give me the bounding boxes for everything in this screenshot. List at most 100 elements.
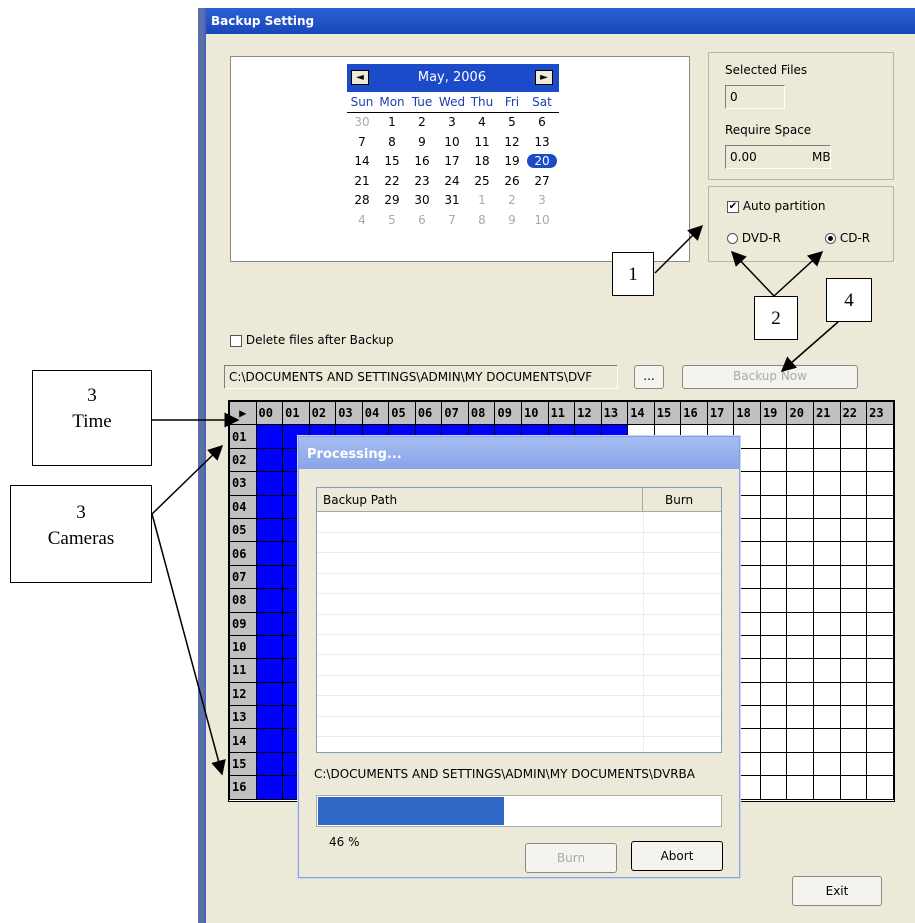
grid-hour-header[interactable]: 17 — [706, 400, 735, 426]
calendar-day[interactable]: 9 — [497, 213, 527, 227]
calendar-day[interactable]: 3 — [437, 115, 467, 129]
grid-cell[interactable] — [759, 681, 788, 707]
exit-button[interactable]: Exit — [792, 876, 882, 906]
grid-cell[interactable] — [255, 751, 284, 777]
grid-camera-header[interactable]: 11 — [229, 658, 257, 683]
grid-camera-header[interactable]: 09 — [229, 611, 257, 636]
grid-cell[interactable] — [759, 775, 788, 800]
grid-hour-header[interactable]: 22 — [839, 400, 868, 426]
grid-cell[interactable] — [866, 751, 894, 777]
grid-cell[interactable] — [813, 751, 841, 777]
auto-partition-checkbox[interactable]: ✔ Auto partition — [727, 199, 825, 213]
grid-camera-header[interactable]: 16 — [229, 775, 257, 800]
grid-cell[interactable] — [255, 588, 284, 613]
grid-cell[interactable] — [839, 634, 868, 660]
auto-partition-check-icon[interactable]: ✔ — [727, 200, 739, 213]
grid-cell[interactable] — [759, 471, 788, 496]
calendar-day[interactable]: 2 — [497, 193, 527, 207]
calendar-day[interactable]: 4 — [347, 213, 377, 227]
grid-cell[interactable] — [759, 517, 788, 543]
grid-cell[interactable] — [866, 541, 894, 566]
grid-hour-header[interactable]: 04 — [361, 400, 390, 426]
backup-path-field[interactable]: C:\DOCUMENTS AND SETTINGS\ADMIN\MY DOCUM… — [224, 365, 618, 389]
calendar-day[interactable]: 9 — [407, 135, 437, 149]
delete-after-check-icon[interactable] — [230, 334, 242, 347]
grid-hour-header[interactable]: 08 — [467, 400, 496, 426]
grid-cell[interactable] — [255, 634, 284, 660]
grid-corner-icon[interactable]: ▶ — [229, 400, 257, 426]
calendar-day[interactable]: 2 — [407, 115, 437, 129]
calendar-day[interactable]: 5 — [377, 213, 407, 227]
grid-hour-header[interactable]: 16 — [680, 400, 708, 426]
grid-cell[interactable] — [866, 517, 894, 543]
calendar-day[interactable]: 27 — [527, 174, 557, 188]
backup-path-list[interactable]: Backup Path Burn — [316, 487, 722, 753]
grid-hour-header[interactable]: 19 — [759, 400, 788, 426]
grid-camera-header[interactable]: 03 — [229, 471, 257, 496]
grid-cell[interactable] — [813, 775, 841, 800]
grid-cell[interactable] — [813, 424, 841, 449]
grid-hour-header[interactable]: 09 — [494, 400, 523, 426]
grid-hour-header[interactable]: 01 — [282, 400, 310, 426]
calendar-day[interactable]: 19 — [497, 154, 527, 168]
grid-hour-header[interactable]: 06 — [414, 400, 443, 426]
calendar-day[interactable]: 21 — [347, 174, 377, 188]
browse-button[interactable]: ... — [634, 365, 664, 389]
grid-cell[interactable] — [866, 471, 894, 496]
grid-cell[interactable] — [255, 658, 284, 683]
calendar-day[interactable]: 23 — [407, 174, 437, 188]
grid-hour-header[interactable]: 13 — [600, 400, 629, 426]
grid-cell[interactable] — [255, 564, 284, 590]
grid-camera-header[interactable]: 04 — [229, 494, 257, 519]
calendar-day[interactable]: 7 — [347, 135, 377, 149]
grid-cell[interactable] — [866, 564, 894, 590]
grid-cell[interactable] — [866, 658, 894, 683]
grid-hour-header[interactable]: 02 — [308, 400, 337, 426]
grid-cell[interactable] — [839, 728, 868, 753]
grid-cell[interactable] — [839, 424, 868, 449]
grid-camera-header[interactable]: 08 — [229, 588, 257, 613]
grid-cell[interactable] — [255, 494, 284, 519]
grid-cell[interactable] — [839, 447, 868, 473]
calendar-day[interactable]: 8 — [467, 213, 497, 227]
calendar-day[interactable]: 11 — [467, 135, 497, 149]
grid-camera-header[interactable]: 05 — [229, 517, 257, 543]
calendar-day[interactable]: 25 — [467, 174, 497, 188]
calendar-day[interactable]: 14 — [347, 154, 377, 168]
grid-cell[interactable] — [255, 775, 284, 800]
grid-cell[interactable] — [255, 728, 284, 753]
grid-cell[interactable] — [786, 564, 815, 590]
grid-cell[interactable] — [759, 751, 788, 777]
grid-hour-header[interactable]: 03 — [335, 400, 363, 426]
grid-hour-header[interactable]: 18 — [733, 400, 761, 426]
abort-button[interactable]: Abort — [631, 841, 723, 871]
grid-cell[interactable] — [255, 611, 284, 636]
grid-cell[interactable] — [255, 705, 284, 730]
grid-cell[interactable] — [759, 705, 788, 730]
grid-cell[interactable] — [759, 588, 788, 613]
grid-cell[interactable] — [813, 658, 841, 683]
grid-cell[interactable] — [813, 681, 841, 707]
grid-cell[interactable] — [839, 541, 868, 566]
calendar-day[interactable]: 29 — [377, 193, 407, 207]
grid-cell[interactable] — [839, 751, 868, 777]
grid-cell[interactable] — [866, 681, 894, 707]
grid-cell[interactable] — [839, 564, 868, 590]
grid-hour-header[interactable]: 10 — [521, 400, 549, 426]
calendar-day[interactable]: 22 — [377, 174, 407, 188]
grid-camera-header[interactable]: 10 — [229, 634, 257, 660]
grid-cell[interactable] — [786, 728, 815, 753]
grid-camera-header[interactable]: 15 — [229, 751, 257, 777]
calendar-day[interactable]: 30 — [407, 193, 437, 207]
calendar-day[interactable]: 12 — [497, 135, 527, 149]
grid-camera-header[interactable]: 06 — [229, 541, 257, 566]
grid-cell[interactable] — [255, 424, 284, 449]
grid-cell[interactable] — [786, 705, 815, 730]
calendar-day[interactable]: 24 — [437, 174, 467, 188]
grid-cell[interactable] — [759, 658, 788, 683]
grid-cell[interactable] — [866, 728, 894, 753]
calendar-day[interactable]: 17 — [437, 154, 467, 168]
grid-cell[interactable] — [813, 634, 841, 660]
calendar-day[interactable]: 3 — [527, 193, 557, 207]
calendar-day[interactable]: 7 — [437, 213, 467, 227]
